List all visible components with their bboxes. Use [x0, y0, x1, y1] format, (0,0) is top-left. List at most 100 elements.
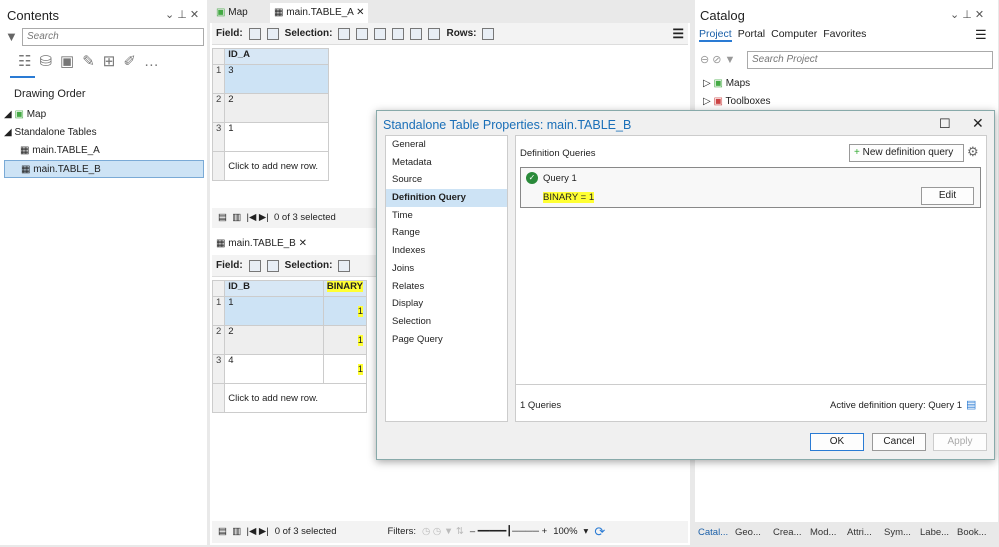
query-count: 1 Queries: [520, 400, 562, 411]
add-field-icon[interactable]: [248, 27, 261, 40]
bottom-tab-create[interactable]: Crea...: [773, 527, 802, 538]
table-row[interactable]: 13: [211, 64, 329, 94]
tab-computer[interactable]: Computer: [771, 28, 817, 42]
bottom-tab-symbology[interactable]: Sym...: [884, 527, 911, 538]
column-header[interactable]: ID_A: [224, 48, 329, 65]
nav-range[interactable]: Range: [386, 224, 507, 242]
cell[interactable]: 1: [357, 334, 363, 346]
nav-time[interactable]: Time: [386, 207, 507, 225]
refresh-icon[interactable]: ⟳: [594, 521, 605, 543]
maximize-icon[interactable]: ☐: [939, 116, 951, 132]
contents-toolbar-icons[interactable]: ☷⛁▣✎⊞✐…: [18, 52, 167, 70]
tab-favorites[interactable]: Favorites: [823, 28, 866, 42]
new-definition-query-button[interactable]: + New definition query ⌄: [849, 144, 964, 174]
table-b-label: main.TABLE_B: [33, 164, 101, 175]
bottom-tab-attributes[interactable]: Attri...: [847, 527, 872, 538]
nav-page-query[interactable]: Page Query: [386, 331, 507, 349]
contents-search-input[interactable]: Search: [22, 28, 204, 46]
tab-portal[interactable]: Portal: [738, 28, 765, 42]
select-by-attributes-icon[interactable]: [338, 259, 351, 272]
tree-item-map[interactable]: ◢ ▣ Map: [4, 106, 204, 124]
cell[interactable]: 1: [357, 363, 363, 375]
switch-icon[interactable]: [374, 27, 387, 40]
check-icon: ✓: [526, 172, 538, 184]
catalog-search-input[interactable]: Search Project: [747, 51, 993, 69]
select-by-attributes-icon[interactable]: [338, 27, 351, 40]
tab-table-b[interactable]: ▦ main.TABLE_B ✕: [212, 234, 312, 254]
fields-view-icon[interactable]: [266, 259, 279, 272]
copy-icon[interactable]: [428, 27, 441, 40]
table-row[interactable]: 31: [211, 122, 329, 152]
drawing-order-heading: Drawing Order: [14, 88, 86, 100]
tab-project[interactable]: Project: [699, 28, 732, 42]
close-icon[interactable]: ✕: [356, 7, 364, 18]
nav-indexes[interactable]: Indexes: [386, 242, 507, 260]
table-row[interactable]: 221: [211, 325, 368, 355]
field-label: Field:: [216, 28, 243, 39]
zoom-level[interactable]: 100%: [553, 521, 577, 543]
column-header[interactable]: BINARY: [322, 280, 368, 297]
cell[interactable]: 1: [224, 122, 329, 152]
bottom-tab-bookmarks[interactable]: Book...: [957, 527, 987, 538]
gear-icon[interactable]: ⚙: [967, 144, 979, 160]
cell[interactable]: 1: [357, 305, 363, 317]
clear-icon[interactable]: [392, 27, 405, 40]
fields-view-icon[interactable]: [266, 27, 279, 40]
cancel-button[interactable]: Cancel: [872, 433, 926, 451]
bottom-tab-geo[interactable]: Geo...: [735, 527, 761, 538]
pane-controls[interactable]: ⌄ ⊥ ✕: [950, 8, 984, 21]
zoom-slider[interactable]: – ━━━━━┃──── +: [470, 521, 547, 543]
cell[interactable]: 2: [224, 93, 329, 123]
query-card[interactable]: ✓ Query 1 BINARY = 1 Edit: [520, 167, 981, 208]
cell[interactable]: 1: [224, 296, 324, 326]
nav-source[interactable]: Source: [386, 171, 507, 189]
nav-metadata[interactable]: Metadata: [386, 154, 507, 172]
menu-icon[interactable]: ☰: [672, 26, 684, 42]
catalog-title: Catalog: [700, 8, 745, 23]
cell[interactable]: 4: [224, 354, 324, 384]
nav-display[interactable]: Display: [386, 295, 507, 313]
edit-button[interactable]: Edit: [921, 187, 974, 205]
add-row[interactable]: Click to add new row.: [224, 151, 329, 181]
tab-table-a-label: main.TABLE_A: [286, 7, 354, 18]
filter-icons[interactable]: ◷ ◷ ▼ ⇅: [422, 521, 464, 543]
sql-icon[interactable]: ▤: [966, 398, 976, 411]
tab-table-b-label: main.TABLE_B: [228, 238, 296, 249]
tree-item-table-a[interactable]: ▦ main.TABLE_A: [4, 142, 204, 160]
add-row[interactable]: Click to add new row.: [224, 383, 367, 413]
ok-button[interactable]: OK: [810, 433, 864, 451]
filter-icon[interactable]: ▼: [5, 29, 18, 44]
bottom-tab-labeling[interactable]: Labe...: [920, 527, 949, 538]
selection-count: 0 of 3 selected: [273, 212, 336, 223]
bottom-tab-modify[interactable]: Mod...: [810, 527, 836, 538]
tree-item-standalone-tables[interactable]: ◢ Standalone Tables: [4, 124, 204, 142]
table-row[interactable]: 22: [211, 93, 329, 123]
apply-button[interactable]: Apply: [933, 433, 987, 451]
table-row[interactable]: 111: [211, 296, 368, 326]
column-header[interactable]: ID_B: [224, 280, 324, 297]
catalog-item-maps[interactable]: ▷ ▣ Maps: [703, 75, 771, 93]
nav-definition-query[interactable]: Definition Query: [386, 189, 507, 207]
nav-general[interactable]: General: [386, 136, 507, 154]
bottom-tab-catalog[interactable]: Catal...: [698, 527, 728, 538]
tab-map[interactable]: ▣ Map: [212, 3, 252, 23]
zoom-to-icon[interactable]: [356, 27, 369, 40]
nav-selection[interactable]: Selection: [386, 313, 507, 331]
delete-icon[interactable]: [410, 27, 423, 40]
close-icon[interactable]: ✕: [972, 115, 984, 132]
cell[interactable]: 3: [224, 64, 329, 94]
tree-item-table-b[interactable]: ▦ main.TABLE_B: [4, 160, 204, 178]
view-toggle-icons[interactable]: ▤ ▥ |◀ ▶|: [218, 521, 269, 543]
nav-joins[interactable]: Joins: [386, 260, 507, 278]
catalog-item-toolboxes[interactable]: ▷ ▣ Toolboxes: [703, 93, 771, 111]
tab-table-a[interactable]: ▦ main.TABLE_A ✕: [270, 3, 369, 23]
close-icon[interactable]: ✕: [299, 238, 307, 249]
pane-controls[interactable]: ⌄ ⊥ ✕: [165, 8, 199, 21]
menu-icon[interactable]: ☰: [975, 27, 987, 43]
back-icon[interactable]: ⊖ ⊘ ▼: [700, 53, 735, 66]
nav-relates[interactable]: Relates: [386, 278, 507, 296]
rows-icon[interactable]: [482, 27, 495, 40]
table-row[interactable]: 341: [211, 354, 368, 384]
cell[interactable]: 2: [224, 325, 324, 355]
add-field-icon[interactable]: [248, 259, 261, 272]
